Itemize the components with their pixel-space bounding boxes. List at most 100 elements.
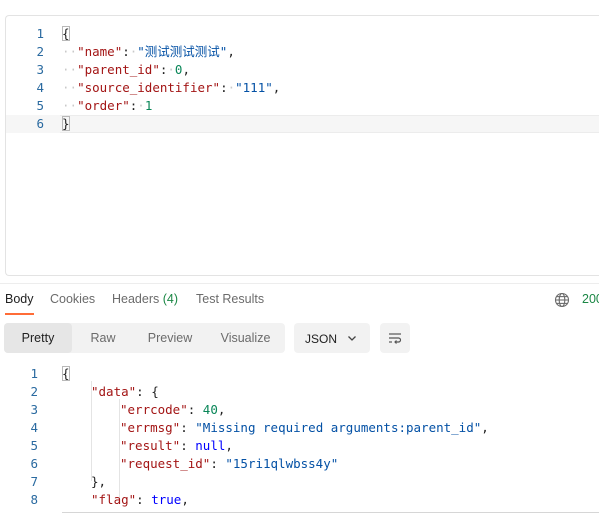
code-content: },: [91, 473, 106, 491]
code-token: "errmsg": [120, 420, 181, 435]
view-mode-switcher: Pretty Raw Preview Visualize: [4, 323, 285, 353]
code-token: ,: [181, 492, 189, 507]
line-number: 4: [36, 80, 44, 95]
code-token: "flag": [91, 492, 137, 507]
tab-headers[interactable]: Headers (4): [112, 292, 178, 306]
code-line: 4 ··"source_identifier":·"111",: [6, 79, 599, 97]
code-content: ··"source_identifier":·"111",: [62, 79, 280, 97]
line-number: 1: [30, 366, 38, 381]
code-line: 2 "data": {: [0, 383, 599, 401]
code-token: ,: [481, 420, 489, 435]
code-token: :: [136, 492, 152, 507]
code-content: }: [62, 115, 70, 133]
code-line: 7},: [0, 473, 599, 491]
code-token: "request_id": [120, 456, 211, 471]
wrap-lines-button[interactable]: [380, 323, 410, 353]
code-token: ,: [217, 402, 226, 417]
line-number: 2: [36, 44, 44, 59]
code-token: 1: [144, 98, 153, 113]
view-visualize-button[interactable]: Visualize: [206, 323, 285, 353]
line-number: 3: [36, 62, 44, 77]
code-line: 1{: [0, 365, 599, 383]
line-number: 7: [30, 474, 38, 489]
chevron-down-icon: [346, 332, 358, 347]
view-preview-button[interactable]: Preview: [134, 323, 206, 353]
code-content: "request_id": "15ri1qlwbss4y": [120, 455, 338, 473]
code-token: "source_identifier": [77, 80, 221, 95]
code-token: "name": [77, 44, 123, 59]
code-token: {: [62, 26, 70, 41]
code-token: "111": [235, 80, 273, 95]
code-token: ··: [62, 98, 78, 113]
code-line: 3 "errcode": 40,: [0, 401, 599, 419]
code-content: {: [62, 25, 70, 43]
code-line: 6}: [6, 115, 599, 133]
code-token: : {: [136, 384, 159, 399]
response-body-viewer[interactable]: 1{2 "data": {3 "errcode": 40, 4 "errmsg": "M…: [0, 362, 599, 523]
line-number: 5: [36, 98, 44, 113]
line-number: 1: [36, 26, 44, 41]
code-content: "result": null,: [120, 437, 233, 455]
code-token: ,: [225, 438, 233, 453]
code-token: true: [151, 492, 182, 507]
code-line: 6 "request_id": "15ri1qlwbss4y": [0, 455, 599, 473]
code-token: :: [122, 44, 130, 59]
code-token: "测试测试测试": [137, 44, 228, 59]
code-line: 2 ··"name":·"测试测试测试",: [6, 43, 599, 61]
tab-cookies[interactable]: Cookies: [50, 292, 95, 306]
divider: [62, 512, 599, 513]
code-token: null: [195, 438, 226, 453]
code-token: }: [62, 116, 70, 131]
code-line: 3 ··"parent_id":·0,: [6, 61, 599, 79]
tab-test-results[interactable]: Test Results: [196, 292, 264, 306]
code-token: "errcode": [120, 402, 188, 417]
code-token: {: [62, 366, 70, 381]
tab-body[interactable]: Body: [5, 292, 34, 315]
line-number: 3: [30, 402, 38, 417]
code-line: 5 "result": null,: [0, 437, 599, 455]
code-token: "parent_id": [77, 62, 160, 77]
line-number: 5: [30, 438, 38, 453]
code-token: ,: [227, 44, 235, 59]
status-code: 200: [582, 292, 599, 306]
code-content: ··"name":·"测试测试测试",: [62, 43, 235, 61]
view-raw-button[interactable]: Raw: [72, 323, 134, 353]
code-token: "data": [91, 384, 137, 399]
code-content: "flag": true,: [91, 491, 189, 509]
code-token: 40: [202, 402, 218, 417]
wrap-lines-icon: [389, 333, 402, 344]
response-tabs: Body Cookies Headers (4) Test Results 20…: [0, 283, 599, 317]
line-number: 8: [30, 492, 38, 507]
format-select[interactable]: JSON: [294, 323, 370, 353]
code-token: :: [210, 456, 226, 471]
code-token: "15ri1qlwbss4y": [225, 456, 339, 471]
code-token: ·: [167, 62, 175, 77]
code-content: "data": {: [91, 383, 159, 401]
code-token: ,: [182, 62, 190, 77]
code-token: },: [91, 474, 107, 489]
code-content: ··"order":·1: [62, 97, 152, 115]
code-content: "errmsg": "Missing required arguments:pa…: [120, 419, 489, 437]
code-content: "errcode": 40,: [120, 401, 225, 419]
format-select-value: JSON: [305, 332, 338, 346]
code-token: "Missing required arguments:parent_id": [195, 420, 482, 435]
line-number: 4: [30, 420, 38, 435]
code-line: 8 "flag": true,: [0, 491, 599, 509]
request-body-editor[interactable]: 1{2 ··"name":·"测试测试测试", 3 ··"parent_id":·0,…: [5, 15, 599, 276]
view-pretty-button[interactable]: Pretty: [4, 323, 72, 353]
globe-icon[interactable]: [554, 292, 570, 313]
code-token: ··: [62, 44, 78, 59]
code-line: 5 ··"order":·1: [6, 97, 599, 115]
code-line: 1{: [6, 25, 599, 43]
code-token: :: [220, 80, 228, 95]
line-number: 2: [30, 384, 38, 399]
code-token: :: [180, 438, 196, 453]
line-number: 6: [30, 456, 38, 471]
code-token: "order": [77, 98, 130, 113]
code-content: ··"parent_id":·0,: [62, 61, 190, 79]
headers-count-badge: (4): [162, 292, 179, 306]
code-token: :: [180, 420, 196, 435]
code-token: ·: [227, 80, 236, 95]
code-token: ··: [62, 80, 78, 95]
code-content: {: [62, 365, 70, 383]
